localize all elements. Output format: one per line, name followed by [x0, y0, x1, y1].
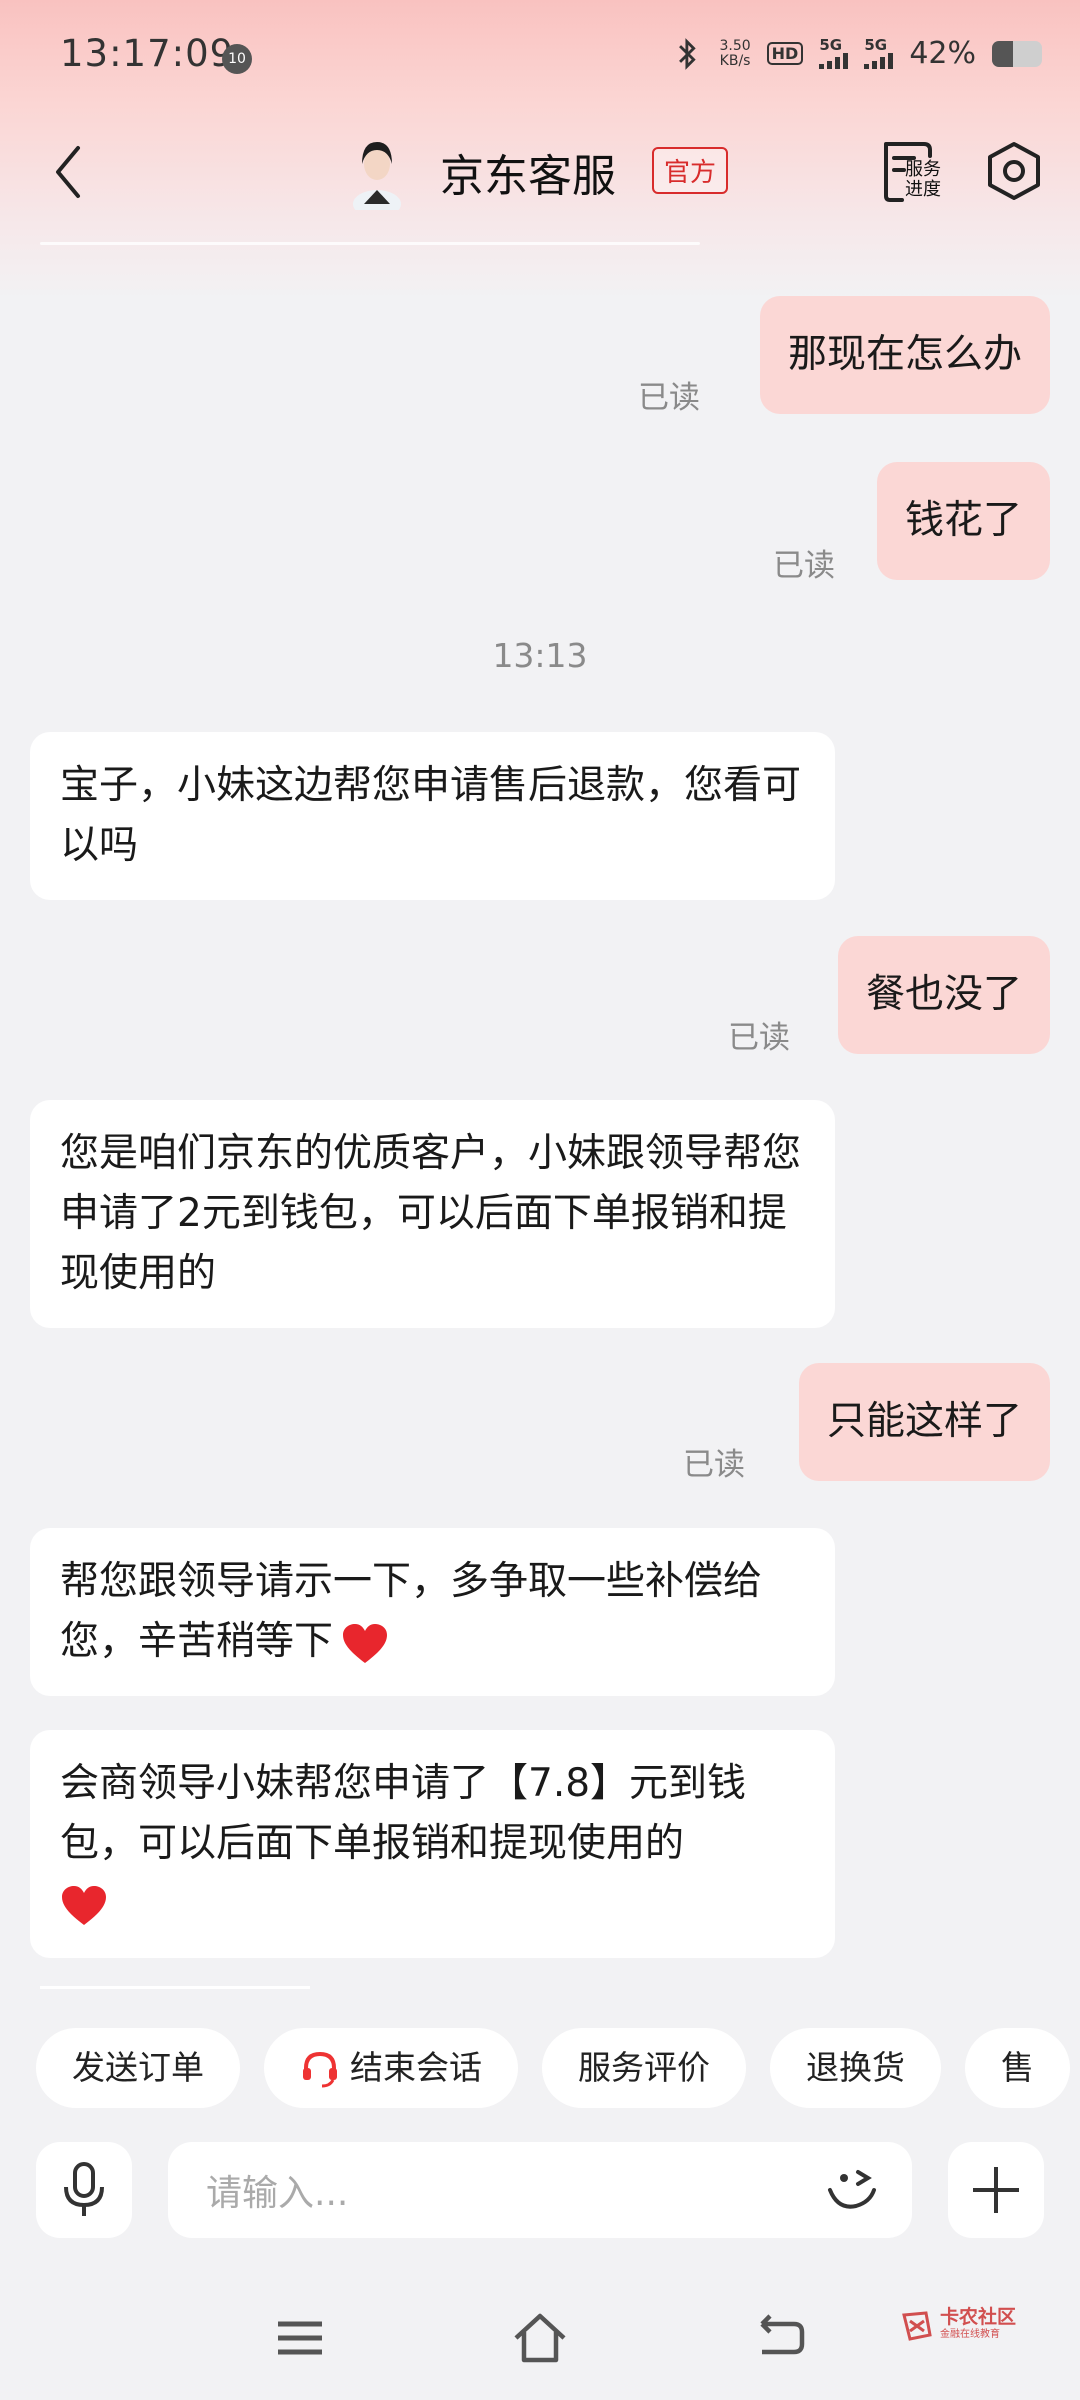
battery-icon [992, 40, 1042, 67]
settings-icon[interactable] [985, 140, 1043, 202]
emoji-icon[interactable] [824, 2164, 880, 2216]
chip-label: 退换货 [806, 2048, 905, 2087]
home-icon[interactable] [512, 2310, 568, 2366]
microphone-icon [64, 2162, 104, 2216]
heart-icon [343, 1623, 388, 1663]
back-icon[interactable] [752, 2310, 808, 2366]
headset-icon [303, 2051, 337, 2088]
watermark-subtitle: 金融在线教育 [940, 2329, 1000, 2340]
more-options-button[interactable] [948, 2142, 1044, 2238]
signal-sim2-label: 5G [864, 36, 888, 54]
message-incoming[interactable]: 宝子，小妹这边帮您申请售后退款，您看可以吗 [30, 732, 835, 900]
hd-voice-badge: HD [766, 42, 804, 65]
signal-sim1: 5G [819, 36, 849, 69]
service-rating-button[interactable]: 服务评价 [542, 2028, 746, 2108]
divider [40, 1986, 310, 1989]
signal-sim1-label: 5G [819, 36, 843, 54]
avatar[interactable] [350, 130, 404, 210]
plus-icon [973, 2167, 1019, 2213]
official-badge: 官方 [652, 147, 729, 194]
battery-level-fill [992, 40, 1013, 67]
status-bar: 13:17:09 10 3.50 KB/s HD 5G 5G 42% [0, 0, 1080, 120]
chat-timestamp: 13:13 [492, 636, 588, 675]
message-text: 会商领导小妹帮您申请了【7.8】元到钱包，可以后面下单报销和提现使用的 [60, 1761, 747, 1866]
message-incoming[interactable]: 会商领导小妹帮您申请了【7.8】元到钱包，可以后面下单报销和提现使用的 [30, 1730, 835, 1958]
chip-label: 发送订单 [72, 2048, 204, 2087]
end-session-button[interactable]: 结束会话 [264, 2028, 518, 2108]
message-outgoing[interactable]: 钱花了 [876, 462, 1050, 580]
watermark-logo-icon [902, 2311, 932, 2341]
chip-label: 结束会话 [350, 2048, 482, 2087]
voice-input-button[interactable] [36, 2142, 132, 2238]
service-progress-label[interactable]: 服务进度 [905, 160, 945, 200]
header-divider [40, 242, 700, 245]
signal-bars-icon [819, 53, 849, 69]
read-receipt: 已读 [638, 380, 700, 416]
return-exchange-button[interactable]: 退换货 [770, 2028, 941, 2108]
menu-icon[interactable] [272, 2310, 328, 2366]
message-outgoing[interactable]: 餐也没了 [837, 936, 1050, 1054]
read-receipt: 已读 [728, 1020, 790, 1056]
page-title: 京东客服 [440, 151, 616, 202]
message-incoming[interactable]: 您是咱们京东的优质客户，小妹跟领导帮您申请了2元到钱包，可以后面下单报销和提现使… [30, 1100, 835, 1328]
status-icons: 3.50 KB/s HD 5G 5G 42% [673, 36, 1042, 71]
read-receipt: 已读 [773, 548, 835, 584]
send-order-button[interactable]: 发送订单 [36, 2028, 240, 2108]
heart-icon [62, 1885, 106, 1925]
after-sales-button[interactable]: 售 [965, 2028, 1070, 2108]
network-speed: 3.50 KB/s [719, 37, 751, 69]
bluetooth-icon [679, 37, 697, 70]
network-speed-unit: KB/s [719, 52, 751, 69]
status-time: 13:17:09 [60, 32, 235, 75]
message-input[interactable]: 请输入... [168, 2142, 912, 2238]
back-arrow-icon[interactable] [48, 142, 88, 202]
watermark-title: 卡农社区 [940, 2306, 1017, 2328]
message-text: 帮您跟领导请示一下，多争取一些补偿给您，辛苦稍等下 [60, 1559, 763, 1664]
watermark: 卡农社区 金融在线教育 [900, 2308, 1016, 2344]
message-outgoing[interactable]: 只能这样了 [798, 1363, 1050, 1481]
message-incoming[interactable]: 帮您跟领导请示一下，多争取一些补偿给您，辛苦稍等下 [30, 1528, 835, 1696]
signal-sim2: 5G [864, 36, 894, 69]
quick-actions-bar: 发送订单 结束会话 服务评价 退换货 售 [36, 2028, 1070, 2108]
network-speed-value: 3.50 [719, 37, 751, 54]
message-input-placeholder: 请输入... [206, 2173, 349, 2214]
chip-label: 售 [1001, 2048, 1034, 2087]
chat-header: 京东客服 官方 服务进度 [0, 120, 1080, 220]
read-receipt: 已读 [683, 1447, 745, 1483]
message-outgoing[interactable]: 那现在怎么办 [759, 296, 1050, 414]
notification-count-badge: 10 [222, 44, 252, 74]
battery-percent: 42% [909, 36, 976, 71]
signal-bars-icon [864, 53, 894, 69]
chip-label: 服务评价 [578, 2048, 710, 2087]
